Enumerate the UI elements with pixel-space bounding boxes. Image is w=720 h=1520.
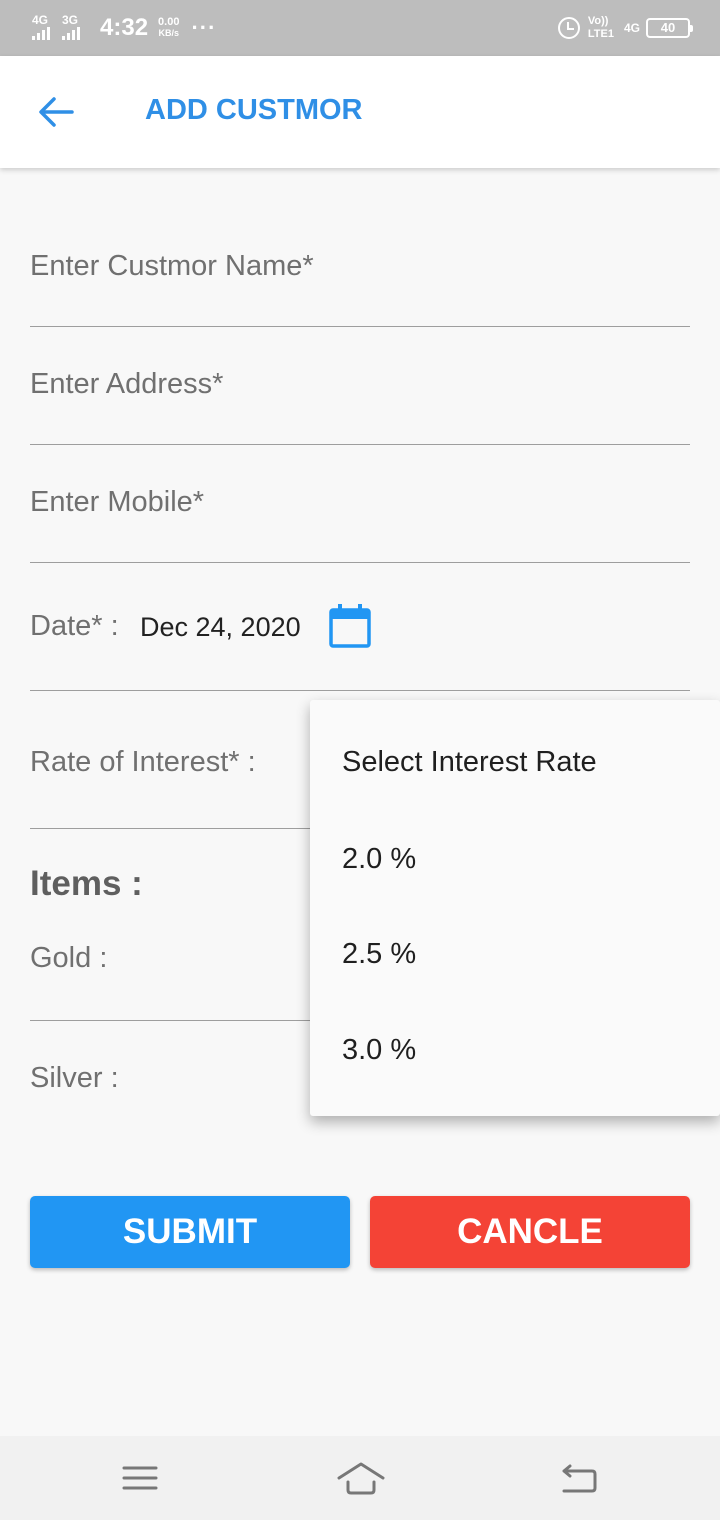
alarm-icon (557, 17, 580, 39)
date-label: Date* : (30, 610, 119, 642)
sim1-label: 4G (32, 13, 49, 27)
submit-button[interactable]: SUBMIT (30, 1196, 350, 1268)
status-right: Vo)) LTE1 4G 40 (557, 0, 693, 56)
back-icon[interactable] (558, 1460, 598, 1496)
sim1-signal-icon: 4G (32, 14, 58, 42)
menu-icon[interactable] (120, 1460, 160, 1496)
speed-unit: KB/s (158, 28, 180, 38)
gold-label: Gold : (30, 942, 108, 974)
battery-icon: 40 (646, 18, 693, 38)
calendar-icon[interactable] (329, 604, 371, 648)
mobile-placeholder: Enter Mobile* (30, 486, 205, 518)
mobile-field[interactable]: Enter Mobile* (30, 470, 690, 563)
dropdown-option-3-0[interactable]: 3.0 % (342, 1034, 416, 1067)
volte-indicator: Vo)) LTE1 (588, 15, 614, 41)
status-bar: 4G 3G 4:32 0.00 KB/s ··· Vo)) LTE1 4G 40 (0, 0, 720, 56)
items-heading: Items : (30, 864, 143, 903)
customer-name-field[interactable]: Enter Custmor Name* (30, 230, 690, 327)
status-time: 4:32 (100, 14, 149, 41)
network-type: 4G (623, 21, 640, 35)
network-speed: 0.00 KB/s (158, 17, 179, 39)
sim2-signal-icon: 3G (62, 14, 88, 42)
sim2-label: 3G (62, 13, 79, 27)
volte-bottom: LTE1 (587, 28, 614, 40)
system-nav-bar (0, 1436, 720, 1520)
volte-top: Vo)) (587, 15, 609, 27)
page-title: ADD CUSTMOR (145, 94, 363, 126)
interest-rate-dropdown: Select Interest Rate 2.0 % 2.5 % 3.0 % (310, 700, 720, 1116)
customer-name-placeholder: Enter Custmor Name* (30, 250, 314, 282)
speed-value: 0.00 (158, 16, 180, 28)
silver-label: Silver : (30, 1062, 119, 1094)
back-button[interactable] (36, 92, 76, 132)
status-left: 4G 3G 4:32 0.00 KB/s ··· (32, 0, 216, 56)
date-row: Date* : Dec 24, 2020 (30, 590, 690, 691)
home-icon[interactable] (336, 1460, 386, 1496)
app-bar: ADD CUSTMOR (0, 56, 720, 168)
interest-rate-label: Rate of Interest* : (30, 746, 256, 778)
address-field[interactable]: Enter Address* (30, 350, 690, 445)
battery-level: 40 (660, 20, 676, 35)
date-value: Dec 24, 2020 (140, 612, 301, 642)
dropdown-option-2-5[interactable]: 2.5 % (342, 938, 416, 971)
cancel-button[interactable]: CANCLE (370, 1196, 690, 1268)
more-notifications-icon: ··· (191, 15, 217, 40)
address-placeholder: Enter Address* (30, 368, 224, 400)
dropdown-option-2-0[interactable]: 2.0 % (342, 843, 416, 876)
arrow-back-icon (39, 97, 74, 127)
dropdown-option-placeholder[interactable]: Select Interest Rate (342, 746, 597, 779)
